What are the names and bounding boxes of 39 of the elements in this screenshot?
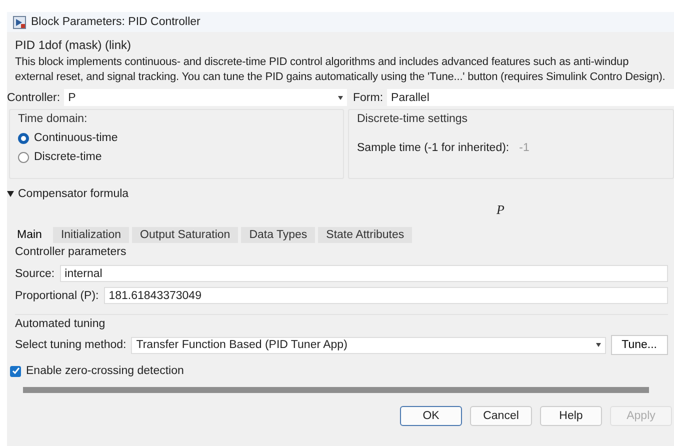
group-title: Automated tuning — [15, 318, 106, 330]
group-title: Controller parameters — [15, 246, 126, 258]
mask-title: PID 1dof (mask) (link) — [15, 38, 132, 52]
window-title: Block Parameters: PID Controller — [31, 16, 200, 28]
source-dropdown[interactable]: internal — [60, 265, 668, 282]
checkbox[interactable] — [10, 366, 21, 376]
checkbox-label[interactable]: Enable zero-crossing detection — [26, 365, 184, 377]
radio-label[interactable]: Continuous-time — [34, 132, 118, 144]
dialog-button[interactable]: Help — [540, 406, 602, 426]
controller-dropdown[interactable]: P — [64, 89, 347, 106]
radio-label[interactable]: Discrete-time — [34, 151, 102, 163]
tune-button[interactable]: Tune... — [610, 335, 668, 355]
field-label: Sample time (-1 for inherited): — [357, 142, 510, 154]
radio-button[interactable] — [18, 132, 29, 144]
tab[interactable]: Output Saturation — [132, 227, 238, 243]
proportional-field[interactable]: 181.61843373049 — [104, 287, 668, 304]
block-icon — [13, 16, 26, 28]
dropdown-caret-icon — [596, 343, 601, 347]
tab[interactable]: State Attributes — [318, 227, 412, 243]
section-label: Compensator formula — [18, 188, 129, 200]
tab[interactable]: Initialization — [52, 227, 130, 243]
dialog-button[interactable]: Cancel — [470, 406, 532, 426]
radio-button[interactable] — [18, 152, 29, 162]
field-label: Proportional (P): — [15, 290, 99, 302]
expand-caret-icon[interactable] — [7, 191, 14, 197]
tab[interactable]: Data Types — [241, 227, 316, 243]
field-label: Source: — [15, 268, 55, 280]
field-label: Select tuning method: — [15, 339, 126, 351]
block-description: This block implements continuous- and discrete-time PID control algorithms and includes advanced features such as anti-windup external reset, and signal tracking. You can tune the PID gains automatically using the 'Tune...' button (requires Simulink Contro Design). — [14, 55, 666, 85]
group-title: Time domain: — [18, 113, 88, 125]
formula-text: P — [496, 202, 504, 217]
horizontal-scrollbar[interactable] — [23, 387, 649, 393]
form-dropdown[interactable]: Parallel — [387, 89, 674, 106]
tuning-method-dropdown[interactable]: Transfer Function Based (PID Tuner App) — [131, 336, 606, 354]
field-label: Form: — [353, 92, 384, 104]
group-title: Discrete-time settings — [357, 113, 469, 125]
field-label: Controller: — [7, 92, 60, 104]
dropdown-caret-icon — [338, 96, 343, 100]
dialog-button[interactable]: OK — [400, 406, 462, 426]
